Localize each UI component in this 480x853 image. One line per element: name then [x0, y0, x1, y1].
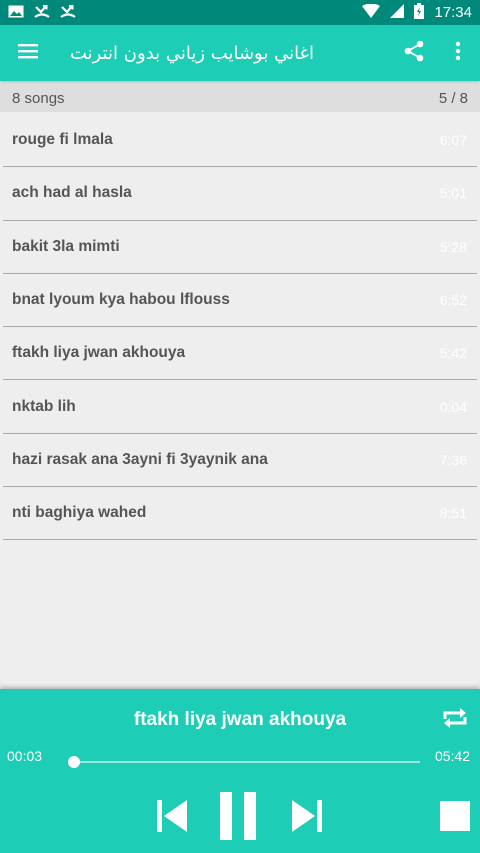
song-duration: 0:04 — [439, 398, 467, 415]
missed-call-icon — [34, 3, 50, 23]
menu-icon — [18, 43, 38, 63]
current-time: 00:03 — [7, 748, 43, 764]
song-title: ach had al hasla — [12, 184, 132, 202]
wifi-icon — [362, 3, 381, 22]
more-vert-icon — [455, 41, 461, 65]
seek-thumb[interactable] — [67, 756, 80, 768]
song-row[interactable]: hazi rasak ana 3ayni fi 3yaynik ana 7:36 — [3, 434, 477, 488]
song-row[interactable]: nktab lih 0:04 — [3, 380, 477, 434]
repeat-button[interactable] — [440, 703, 470, 733]
player-panel: ftakh liya jwan akhouya 00:03 05:42 — [0, 689, 480, 853]
song-row[interactable]: bnat lyoum kya habou lflouss 6:52 — [3, 274, 477, 328]
next-icon — [290, 798, 324, 838]
now-playing-title: ftakh liya jwan akhouya — [133, 709, 347, 730]
image-icon — [8, 3, 24, 22]
song-title: ftakh liya jwan akhouya — [12, 344, 186, 362]
song-title: nti baghiya wahed — [12, 504, 147, 522]
share-icon — [404, 40, 424, 66]
app-title-text: اغاني بوشايب زياني بدون انترنت — [70, 42, 314, 64]
song-duration: 6:52 — [439, 292, 467, 309]
song-duration: 8:51 — [439, 505, 467, 522]
stop-icon — [440, 801, 470, 835]
song-title: hazi rasak ana 3ayni fi 3yaynik ana — [12, 450, 268, 468]
status-bar: 17:34 — [0, 0, 480, 25]
previous-button[interactable] — [152, 794, 192, 842]
app-title: اغاني بوشايب زياني بدون انترنت — [56, 43, 392, 64]
previous-icon — [155, 798, 189, 838]
pause-button[interactable] — [214, 792, 262, 844]
stop-button[interactable] — [436, 794, 474, 842]
total-time: 05:42 — [434, 748, 470, 764]
song-duration: 5:01 — [439, 185, 467, 202]
song-title: rouge fi lmala — [12, 131, 113, 149]
song-title: nktab lih — [12, 397, 76, 415]
song-duration: 6:07 — [439, 132, 467, 149]
song-duration: 5:28 — [439, 238, 467, 255]
song-row[interactable]: ftakh liya jwan akhouya 5:42 — [3, 327, 477, 381]
status-time: 17:34 — [434, 4, 472, 21]
song-duration: 5:42 — [439, 345, 467, 362]
battery-icon — [414, 2, 425, 23]
song-row[interactable]: rouge fi lmala 6:07 — [3, 114, 477, 168]
song-title: bnat lyoum kya habou lflouss — [12, 291, 230, 309]
app-bar: اغاني بوشايب زياني بدون انترنت — [0, 25, 480, 81]
song-row[interactable]: nti baghiya wahed 8:51 — [3, 487, 477, 541]
pause-icon — [217, 792, 259, 844]
song-title: bakit 3la mimti — [12, 237, 120, 255]
share-button[interactable] — [392, 25, 436, 81]
missed-call-icon — [60, 3, 76, 23]
track-position: 5 / 8 — [438, 89, 468, 107]
song-row[interactable]: ach had al hasla 5:01 — [3, 167, 477, 221]
song-count: 8 songs — [12, 89, 65, 107]
status-right-icons: 17:34 — [362, 2, 472, 23]
menu-button[interactable] — [0, 25, 56, 81]
signal-icon — [390, 3, 405, 22]
song-list: rouge fi lmala 6:07 ach had al hasla 5:0… — [0, 114, 480, 541]
song-duration: 7:36 — [439, 451, 467, 468]
seek-bar[interactable] — [67, 756, 420, 768]
song-row[interactable]: bakit 3la mimti 5:28 — [3, 221, 477, 274]
repeat-icon — [440, 708, 470, 737]
next-button[interactable] — [287, 794, 327, 842]
list-header: 8 songs 5 / 8 — [0, 84, 480, 112]
status-left-icons — [8, 3, 76, 23]
more-options-button[interactable] — [436, 25, 480, 81]
